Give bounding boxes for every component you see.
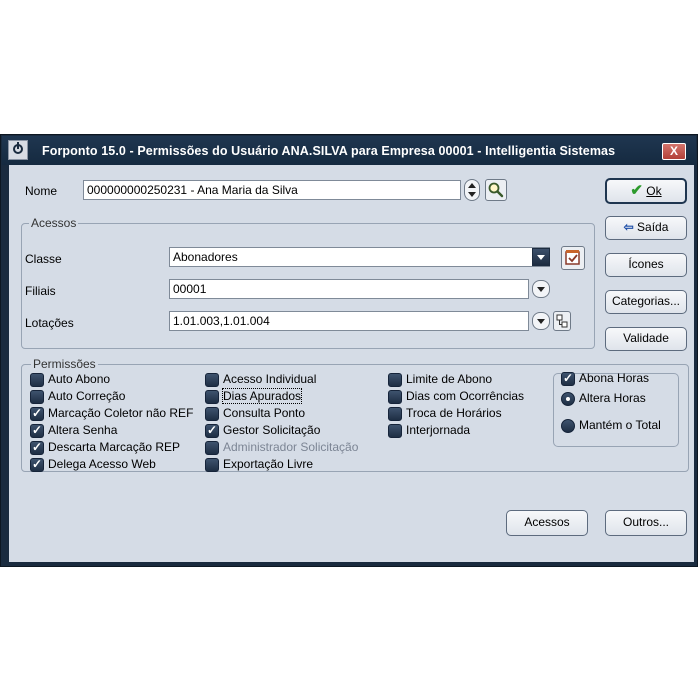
classe-label: Classe	[25, 252, 62, 266]
lotacoes-dropdown-arrow[interactable]	[532, 312, 550, 330]
radio-button[interactable]	[561, 392, 575, 406]
perm-label: Auto Abono	[48, 372, 111, 386]
altera-horas-label: Altera Horas	[579, 391, 646, 405]
checkbox[interactable]	[30, 457, 44, 472]
categorias-button[interactable]: Categorias...	[605, 290, 687, 314]
checkbox[interactable]	[205, 390, 219, 404]
exit-arrow-icon: ⇦	[623, 220, 634, 234]
checkbox[interactable]	[30, 440, 44, 455]
checkbox[interactable]	[388, 390, 402, 404]
perm-label: Auto Correção	[48, 389, 126, 403]
lotacoes-field[interactable]: 1.01.003,1.01.004	[169, 311, 529, 331]
classe-dropdown-arrow[interactable]	[532, 248, 550, 266]
abona-horas-checkbox-row[interactable]: Abona Horas	[561, 371, 649, 387]
checkbox[interactable]	[561, 371, 575, 386]
nome-label: Nome	[25, 184, 58, 198]
classe-side-button[interactable]	[561, 246, 585, 270]
abona-horas-label: Abona Horas	[579, 371, 650, 385]
classe-select[interactable]: Abonadores	[169, 247, 550, 267]
tree-icon	[556, 314, 568, 328]
perm-label: Acesso Individual	[223, 372, 317, 386]
icones-button[interactable]: Ícones	[605, 253, 687, 277]
lotacoes-side-button[interactable]	[553, 311, 571, 331]
perm-label: Interjornada	[406, 423, 471, 437]
checkbox[interactable]	[205, 458, 219, 472]
checkbox[interactable]	[388, 407, 402, 421]
checkbox[interactable]	[205, 423, 219, 438]
checkbox[interactable]	[30, 373, 44, 387]
ok-button[interactable]: ✔ Ok	[605, 178, 687, 204]
checkbox[interactable]	[205, 407, 219, 421]
perm-label: Dias Apurados	[221, 388, 303, 404]
perm-label: Limite de Abono	[406, 372, 493, 386]
perm-label: Exportação Livre	[223, 457, 314, 471]
checkbox[interactable]	[30, 390, 44, 404]
mantem-total-label: Mantém o Total	[579, 418, 661, 432]
saida-button[interactable]: ⇦ Saída	[605, 216, 687, 240]
nome-field[interactable]: 000000000250231 - Ana Maria da Silva	[83, 180, 461, 200]
filiais-label: Filiais	[25, 284, 56, 298]
lotacoes-label: Lotações	[25, 316, 74, 330]
search-button[interactable]	[485, 179, 507, 201]
radio-button[interactable]	[561, 419, 575, 433]
saida-button-label: Saída	[637, 220, 669, 234]
perm-label: Consulta Ponto	[223, 406, 306, 420]
filiais-field[interactable]: 00001	[169, 279, 529, 299]
permissoes-group-title: Permissões	[31, 357, 98, 371]
nome-spinner[interactable]	[464, 179, 480, 201]
dialog-client-area: Nome 000000000250231 - Ana Maria da Silv…	[9, 165, 694, 562]
outros-button[interactable]: Outros...	[605, 510, 687, 536]
acessos-group-title: Acessos	[29, 216, 79, 230]
close-button[interactable]: X	[662, 143, 686, 160]
perm-label: Marcação Coletor não REF	[48, 406, 194, 420]
window-title: Forponto 15.0 - Permissões do Usuário AN…	[42, 144, 616, 158]
ok-button-label: Ok	[646, 184, 662, 198]
magnifier-icon	[488, 182, 504, 198]
perm-label: Altera Senha	[48, 423, 118, 437]
checkbox[interactable]	[388, 373, 402, 387]
checkbox	[205, 441, 219, 455]
checkbox[interactable]	[388, 424, 402, 438]
app-icon[interactable]	[8, 140, 28, 160]
perm-label: Delega Acesso Web	[48, 457, 156, 471]
perm-label: Troca de Horários	[406, 406, 502, 420]
validade-button[interactable]: Validade	[605, 327, 687, 351]
perm-label: Administrador Solicitação	[223, 440, 359, 454]
checkbox[interactable]	[30, 406, 44, 421]
green-check-icon: ✔	[630, 182, 643, 199]
permissions-window: Forponto 15.0 - Permissões do Usuário AN…	[0, 134, 698, 567]
acessos-button[interactable]: Acessos	[506, 510, 588, 536]
perm-label: Dias com Ocorrências	[406, 389, 525, 403]
title-bar: Forponto 15.0 - Permissões do Usuário AN…	[2, 136, 696, 165]
filiais-dropdown-arrow[interactable]	[532, 280, 550, 298]
checklist-icon	[565, 250, 580, 265]
perm-label: Gestor Solicitação	[223, 423, 321, 437]
perm-label: Descarta Marcação REP	[48, 440, 181, 454]
checkbox[interactable]	[205, 373, 219, 387]
checkbox[interactable]	[30, 423, 44, 438]
